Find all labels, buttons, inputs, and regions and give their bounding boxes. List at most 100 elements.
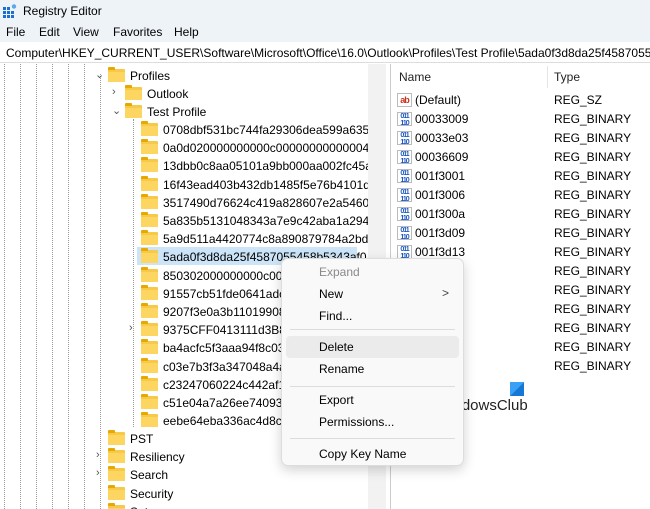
value-row[interactable]: ab (Default) REG_SZ: [391, 91, 650, 110]
value-row[interactable]: 011 110 001f3001 REG_BINARY: [391, 167, 650, 186]
folder-icon: [141, 357, 158, 373]
menu-separator: [290, 438, 455, 439]
menu-item-export[interactable]: Export: [286, 389, 459, 411]
menu-item-expand[interactable]: Expand: [286, 261, 459, 283]
value-type: REG_BINARY: [554, 226, 632, 240]
value-row[interactable]: 011 110 00033009 REG_BINARY: [391, 110, 650, 129]
value-type: REG_BINARY: [554, 321, 632, 335]
value-type: REG_BINARY: [554, 131, 632, 145]
value-type: REG_BINARY: [554, 188, 632, 202]
tree-item-label: 5a835b5131048343a7e9c42aba1a2940: [163, 214, 376, 228]
value-type: REG_BINARY: [554, 150, 632, 164]
menu-item-delete[interactable]: Delete: [286, 336, 459, 358]
tree-item-key[interactable]: 0a0d020000000000c000000000000046: [0, 139, 376, 157]
chevron-right-icon[interactable]: ›: [129, 322, 133, 334]
folder-icon: [141, 121, 158, 136]
tree-item-label: 13dbb0c8aa05101a9bb000aa002fc45a: [163, 159, 372, 174]
value-type: REG_BINARY: [554, 264, 632, 278]
value-type: REG_BINARY: [554, 283, 632, 297]
menu-favorites[interactable]: Favorites: [113, 25, 162, 39]
tree-item-security[interactable]: Security: [0, 484, 368, 503]
menu-item-copy-key-name[interactable]: Copy Key Name: [286, 443, 459, 465]
folder-icon: [141, 139, 158, 155]
value-row[interactable]: 011 110 00033e03 REG_BINARY: [391, 129, 650, 148]
folder-icon: [141, 339, 158, 355]
tree-item-key[interactable]: 3517490d76624c419a828607e2a54604: [0, 193, 376, 212]
menu-item-new[interactable]: New >: [286, 283, 459, 305]
tree-item-test-profile[interactable]: ⌄ Test Profile: [0, 103, 368, 121]
menu-item-find[interactable]: Find...: [286, 305, 459, 327]
tree-item-setup[interactable]: Setup: [0, 502, 368, 509]
context-menu: Expand New > Find... Delete Rename Export…: [281, 258, 464, 466]
value-name: 001f300a: [415, 207, 466, 221]
tree-item-label: 91557cb51fde0641adc: [163, 286, 286, 301]
chevron-down-icon[interactable]: ⌄: [95, 68, 104, 81]
value-row[interactable]: 011 110 001f3006 REG_BINARY: [391, 186, 650, 205]
address-path[interactable]: Computer\HKEY_CURRENT_USER\Software\Micr…: [6, 46, 650, 60]
menu-item-rename[interactable]: Rename: [286, 358, 459, 380]
value-name: 001f3001: [415, 169, 466, 183]
tree-item-outlook[interactable]: › Outlook: [0, 85, 368, 103]
tree-item-label: Resiliency: [130, 450, 185, 465]
binary-value-icon: 011110: [397, 226, 412, 241]
tree-item-label: 0a0d020000000000c000000000000046: [163, 141, 376, 156]
folder-icon: [141, 175, 158, 191]
tree-item-label: Profiles: [130, 69, 171, 83]
folder-icon: [108, 430, 125, 445]
value-name: 001f3d13: [415, 245, 466, 259]
tree-item-key[interactable]: 5a835b5131048343a7e9c42aba1a2940: [0, 212, 376, 230]
folder-icon: [108, 67, 125, 82]
tree-item-label: ba4acfc5f3aaa94f8c03: [163, 341, 285, 356]
value-row[interactable]: 011 110 00036609 REG_BINARY: [391, 148, 650, 167]
value-type: REG_BINARY: [554, 245, 632, 259]
chevron-down-icon[interactable]: ⌄: [112, 104, 121, 117]
chevron-right-icon: >: [441, 286, 449, 300]
menu-separator: [290, 386, 455, 387]
value-row[interactable]: 011 110 001f3d09 REG_BINARY: [391, 224, 650, 243]
tree-item-key[interactable]: 13dbb0c8aa05101a9bb000aa002fc45a: [0, 157, 372, 175]
tree-item-label: PST: [130, 432, 154, 446]
tree-item-label: 0708dbf531bc744fa29306dea599a635: [163, 123, 370, 137]
value-row[interactable]: 011 110 001f300a REG_BINARY: [391, 205, 650, 224]
tree-item-label: 5a9d511a4420774c8a890879784a2bda: [163, 232, 375, 247]
chevron-right-icon[interactable]: ›: [112, 86, 116, 98]
binary-value-icon: 011110: [397, 131, 412, 146]
value-type: REG_BINARY: [554, 169, 632, 183]
menu-separator: [290, 329, 455, 330]
tree-item-label: 9375CFF0413111d3B88: [163, 323, 293, 338]
menu-edit[interactable]: Edit: [39, 25, 60, 39]
chevron-right-icon[interactable]: ›: [96, 467, 100, 479]
binary-value-icon: 011110: [397, 169, 412, 184]
menu-item-permissions[interactable]: Permissions...: [286, 411, 459, 433]
tree-item-label: c03e7b3f3a347048a4a6: [163, 359, 293, 374]
value-name: 001f3d09: [415, 226, 466, 240]
folder-icon: [141, 303, 158, 318]
folder-icon: [141, 230, 158, 246]
tree-item-label: Outlook: [147, 87, 189, 101]
folder-icon: [141, 375, 158, 391]
chevron-right-icon[interactable]: ›: [96, 449, 100, 461]
binary-value-icon: 011110: [397, 207, 412, 222]
menu-file[interactable]: File: [6, 25, 25, 39]
tree-item-key[interactable]: 0708dbf531bc744fa29306dea599a635: [0, 121, 370, 139]
folder-icon: [108, 448, 125, 464]
value-type: REG_BINARY: [554, 302, 632, 316]
value-type: REG_BINARY: [554, 112, 632, 126]
binary-value-icon: 011110: [397, 245, 412, 260]
menu-help[interactable]: Help: [174, 25, 199, 39]
tree-item-profiles[interactable]: ⌄ Profiles: [0, 67, 368, 85]
folder-icon: [141, 321, 158, 337]
column-header-type[interactable]: Type: [554, 70, 580, 84]
folder-icon: [141, 284, 158, 300]
value-type: REG_BINARY: [554, 207, 632, 221]
menu-view[interactable]: View: [73, 25, 99, 39]
address-bar[interactable]: Computer\HKEY_CURRENT_USER\Software\Micr…: [0, 43, 650, 63]
string-value-icon: ab: [397, 93, 412, 107]
tree-item-label: Setup: [130, 505, 161, 509]
column-header-name[interactable]: Name: [399, 70, 431, 84]
tree-item-search[interactable]: › Search: [0, 466, 368, 484]
tree-item-key[interactable]: 5a9d511a4420774c8a890879784a2bda: [0, 230, 375, 248]
title-bar: Registry Editor: [0, 0, 650, 22]
registry-editor-icon: [3, 4, 17, 18]
tree-item-key[interactable]: 16f43ead403b432db1485f5e76b4101d: [0, 175, 370, 194]
